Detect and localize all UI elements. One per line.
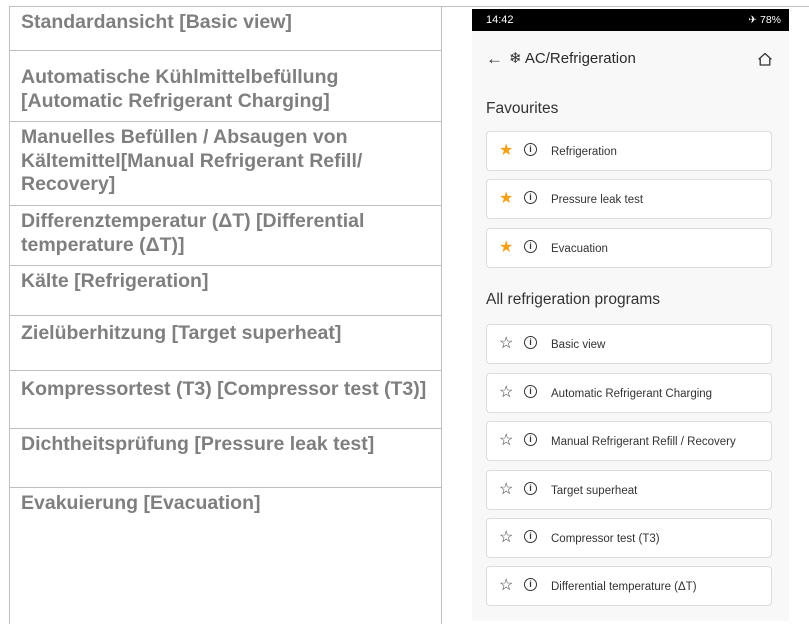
table-cell: Dichtheitsprüfung [Pressure leak test] — [21, 433, 375, 455]
info-icon[interactable]: i — [524, 143, 537, 156]
star-outline-icon[interactable]: ☆ — [499, 431, 513, 451]
table-row: Dichtheitsprüfung [Pressure leak test] — [10, 429, 441, 488]
info-icon[interactable]: i — [524, 530, 537, 543]
table-cell: Kälte [Refrigeration] — [21, 270, 209, 292]
table-cell: Zielüberhitzung [Target superheat] — [21, 322, 342, 344]
program-label: Target superheat — [551, 485, 638, 497]
all-programs-title: All refrigeration programs — [486, 291, 661, 308]
program-label: Manual Refrigerant Refill / Recovery — [551, 436, 736, 448]
star-filled-icon[interactable]: ★ — [499, 238, 513, 258]
arrow-left-icon[interactable]: ← — [486, 49, 503, 69]
info-icon[interactable]: i — [524, 482, 537, 495]
program-label: Refrigeration — [551, 146, 617, 158]
table-cell: Manuelles Befüllen / Absaugen von Kältem… — [21, 126, 363, 195]
favourite-item[interactable]: ★ i Pressure leak test — [486, 179, 772, 219]
program-item[interactable]: ☆ i Basic view — [486, 324, 772, 364]
table-row: Differenztemperatur (ΔT) [Differential t… — [10, 206, 441, 266]
star-outline-icon[interactable]: ☆ — [499, 528, 513, 548]
table-row: Standardansicht [Basic view] — [10, 7, 441, 51]
star-outline-icon[interactable]: ☆ — [499, 334, 513, 354]
app-bar: ← ❄ AC/Refrigeration — [472, 31, 789, 87]
program-item[interactable]: ☆ i Manual Refrigerant Refill / Recovery — [486, 421, 772, 461]
info-icon[interactable]: i — [524, 240, 537, 253]
table-cell: Standardansicht [Basic view] — [21, 11, 292, 33]
program-label: Evacuation — [551, 243, 608, 255]
star-outline-icon[interactable]: ☆ — [499, 383, 513, 403]
status-indicators: ✈ 78% — [748, 14, 781, 26]
star-filled-icon[interactable]: ★ — [499, 189, 513, 209]
star-outline-icon[interactable]: ☆ — [499, 576, 513, 596]
home-icon[interactable] — [757, 51, 773, 67]
table-row: Manuelles Befüllen / Absaugen von Kältem… — [10, 122, 441, 206]
info-icon[interactable]: i — [524, 385, 537, 398]
info-icon[interactable]: i — [524, 191, 537, 204]
phone-screenshot: 14:42 ✈ 78% ← ❄ AC/Refrigeration Favouri… — [472, 9, 789, 621]
favourite-item[interactable]: ★ i Evacuation — [486, 228, 772, 268]
favourites-title: Favourites — [486, 100, 559, 117]
program-label: Pressure leak test — [551, 194, 644, 206]
info-icon[interactable]: i — [524, 578, 537, 591]
translation-table: Standardansicht [Basic view] Automatisch… — [9, 6, 442, 624]
program-label: Compressor test (T3) — [551, 533, 660, 545]
program-item[interactable]: ☆ i Automatic Refrigerant Charging — [486, 373, 772, 413]
info-icon[interactable]: i — [524, 336, 537, 349]
table-row: Kälte [Refrigeration] — [10, 266, 441, 316]
program-item[interactable]: ☆ i Compressor test (T3) — [486, 518, 772, 558]
table-row: Kompressortest (T3) [Compressor test (T3… — [10, 371, 441, 429]
table-cell: Differenztemperatur (ΔT) [Differential t… — [21, 210, 365, 256]
page-title: ❄ AC/Refrigeration — [509, 50, 636, 67]
status-bar: 14:42 ✈ 78% — [472, 9, 789, 31]
table-cell: Evakuierung [Evacuation] — [21, 492, 261, 514]
star-filled-icon[interactable]: ★ — [499, 141, 513, 161]
program-label: Basic view — [551, 339, 606, 351]
table-cell: Automatische Kühlmittelbefüllung [Automa… — [21, 66, 339, 112]
program-label: Automatic Refrigerant Charging — [551, 388, 713, 400]
favourite-item[interactable]: ★ i Refrigeration — [486, 131, 772, 171]
info-icon[interactable]: i — [524, 433, 537, 446]
divider — [441, 6, 809, 7]
table-cell: Kompressortest (T3) [Compressor test (T3… — [21, 378, 427, 400]
table-row: Automatische Kühlmittelbefüllung [Automa… — [10, 51, 441, 122]
program-item[interactable]: ☆ i Differential temperature (ΔT) — [486, 566, 772, 606]
table-row: Zielüberhitzung [Target superheat] — [10, 316, 441, 371]
status-time: 14:42 — [486, 14, 514, 26]
program-item[interactable]: ☆ i Target superheat — [486, 470, 772, 510]
program-label: Differential temperature (ΔT) — [551, 581, 697, 593]
table-row: Evakuierung [Evacuation] — [10, 488, 441, 625]
star-outline-icon[interactable]: ☆ — [499, 480, 513, 500]
